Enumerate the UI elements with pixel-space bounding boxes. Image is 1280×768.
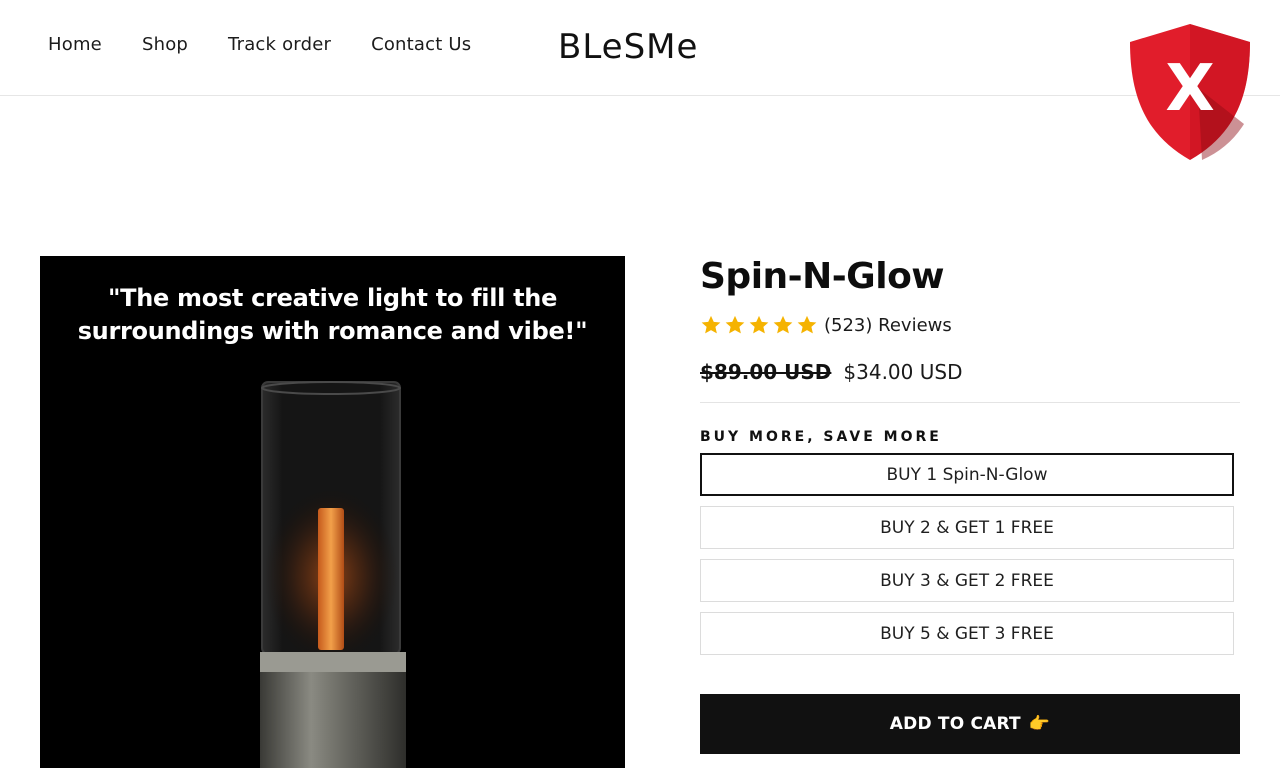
- brand-logo-wordmark: BLeSMe: [558, 27, 698, 67]
- star-icon: [797, 315, 817, 334]
- rating-stars: [700, 314, 818, 336]
- product-details: Spin-N-Glow (523) Reviews $89.00 USD $34…: [700, 256, 1240, 665]
- pointing-hand-icon: 👉: [1028, 714, 1051, 734]
- star-icon: [773, 315, 793, 334]
- add-to-cart-label: ADD TO CART: [889, 714, 1021, 734]
- product-image-quote: "The most creative light to fill the sur…: [40, 282, 625, 348]
- review-count[interactable]: (523): [824, 315, 872, 336]
- product-rating[interactable]: (523) Reviews: [700, 312, 1240, 338]
- star-icon: [701, 315, 721, 334]
- star-icon: [749, 315, 769, 334]
- bundle-options-label: BUY MORE, SAVE MORE: [700, 429, 942, 445]
- reviews-label[interactable]: Reviews: [878, 315, 952, 336]
- price-divider: [700, 402, 1240, 403]
- nav-contact-link[interactable]: Contact Us: [371, 34, 471, 55]
- rating-text: (523) Reviews: [824, 315, 952, 336]
- bundle-option-buy-2[interactable]: BUY 2 & GET 1 FREE: [700, 506, 1234, 549]
- sale-price: $34.00 USD: [843, 360, 963, 384]
- bundle-option-buy-5[interactable]: BUY 5 & GET 3 FREE: [700, 612, 1234, 655]
- product-image[interactable]: "The most creative light to fill the sur…: [40, 256, 625, 768]
- price-block: $89.00 USD $34.00 USD: [700, 360, 1240, 384]
- bundle-option-label: BUY 1 Spin-N-Glow: [886, 464, 1048, 485]
- bundle-option-buy-3[interactable]: BUY 3 & GET 2 FREE: [700, 559, 1234, 602]
- quote-line-2: surroundings with romance and vibe!": [77, 317, 588, 345]
- site-header: Home Shop Track order Contact Us BLeSMe: [0, 0, 1280, 96]
- main-nav: Home Shop Track order Contact Us: [48, 34, 511, 55]
- add-to-cart-button[interactable]: ADD TO CART 👉: [700, 694, 1240, 754]
- product-title: Spin-N-Glow: [700, 256, 945, 297]
- shield-x-glyph: X: [1165, 52, 1214, 126]
- quote-line-1: "The most creative light to fill the: [107, 284, 558, 312]
- lamp-illustration: [260, 381, 406, 768]
- brand-logo[interactable]: BLeSMe: [558, 26, 722, 75]
- bundle-option-label: BUY 5 & GET 3 FREE: [880, 623, 1054, 644]
- star-icon: [725, 315, 745, 334]
- compare-at-price: $89.00 USD: [700, 360, 832, 384]
- bundle-option-label: BUY 2 & GET 1 FREE: [880, 517, 1054, 538]
- brand-logo-text: BLeSMe: [558, 27, 698, 66]
- nav-shop-link[interactable]: Shop: [142, 34, 188, 55]
- shield-x-icon[interactable]: X: [1124, 20, 1256, 166]
- bundle-options: BUY 1 Spin-N-Glow BUY 2 & GET 1 FREE BUY…: [700, 453, 1234, 655]
- nav-track-order-link[interactable]: Track order: [228, 34, 331, 55]
- bundle-option-buy-1[interactable]: BUY 1 Spin-N-Glow: [700, 453, 1234, 496]
- nav-home-link[interactable]: Home: [48, 34, 102, 55]
- bundle-option-label: BUY 3 & GET 2 FREE: [880, 570, 1054, 591]
